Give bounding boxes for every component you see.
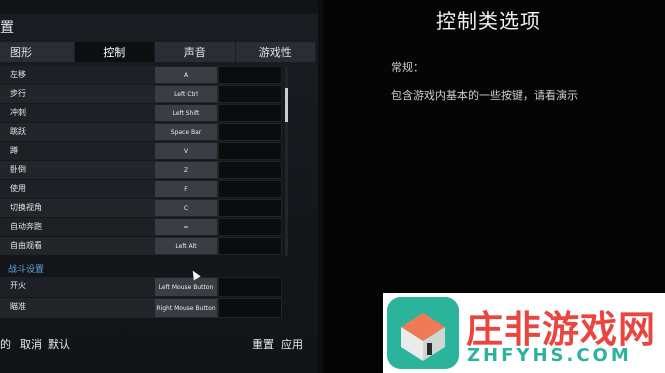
keybind-label: 卧倒 (10, 165, 26, 174)
keybind-row-auto-run[interactable]: 自动奔跑 = (0, 218, 282, 236)
keybind-primary-button[interactable]: V (155, 143, 217, 159)
tab-audio[interactable]: 声音 (155, 42, 236, 62)
keybind-row-fire[interactable]: 开火 Left Mouse Button (0, 277, 282, 297)
keybind-primary-button[interactable]: = (155, 219, 217, 235)
watermark: 庄非游戏网 ZHFYHS.COM (383, 293, 665, 373)
keybind-secondary-button[interactable] (219, 219, 281, 235)
keybind-row-sprint[interactable]: 冲刺 Left Shift (0, 104, 282, 122)
bottom-action-bar: 的 取消 默认 重置 应用 (0, 328, 318, 358)
keybind-label: 步行 (10, 89, 26, 98)
keybind-label: 自动奔跑 (10, 222, 42, 231)
tab-controls[interactable]: 控制 (74, 42, 156, 62)
panel-divider (318, 0, 323, 373)
tab-gameplay[interactable]: 游戏性 (236, 42, 316, 62)
bottom-fragment-text: 的 (0, 338, 11, 351)
keybind-label: 冲刺 (10, 108, 26, 117)
settings-title: 置 (0, 20, 14, 36)
reset-button[interactable]: 重置 (252, 336, 274, 352)
settings-panel: 置 图形 控制 声音 游戏性 左移 A 步行 Left Ctrl 冲刺 Left… (0, 0, 323, 373)
top-strip (0, 0, 318, 14)
keybind-label: 跳跃 (10, 127, 26, 136)
keybind-label: 蹲 (10, 146, 18, 155)
keybind-secondary-button[interactable] (219, 238, 281, 254)
keybind-row-jump[interactable]: 跳跃 Space Bar (0, 123, 282, 141)
cancel-button[interactable]: 取消 (20, 336, 42, 352)
keybind-row-use[interactable]: 使用 F (0, 180, 282, 198)
keybind-primary-button[interactable]: Left Shift (155, 105, 217, 121)
keybind-row-toggle-view[interactable]: 切换视角 C (0, 199, 282, 217)
keybind-secondary-button[interactable] (219, 105, 281, 121)
keybind-row-crouch[interactable]: 蹲 V (0, 142, 282, 160)
keybind-secondary-button[interactable] (219, 181, 281, 197)
info-title: 控制类选项 (436, 9, 541, 33)
keybind-row-free-look[interactable]: 自由观看 Left Alt (0, 237, 282, 255)
info-description: 包含游戏内基本的一些按键，请看演示 (391, 89, 578, 102)
keybind-label: 开火 (10, 281, 26, 290)
keybind-row-prone[interactable]: 卧倒 Z (0, 161, 282, 179)
keybind-row-walk[interactable]: 步行 Left Ctrl (0, 85, 282, 103)
default-button[interactable]: 默认 (48, 336, 70, 352)
keybind-secondary-button[interactable] (219, 67, 281, 83)
watermark-logo-icon (387, 297, 459, 369)
combat-settings-heading: 战斗设置 (8, 265, 45, 275)
scrollbar-thumb[interactable] (285, 88, 288, 122)
keybind-primary-button[interactable]: A (155, 67, 217, 83)
keybind-label: 瞄准 (10, 302, 26, 311)
keybind-label: 切换视角 (10, 203, 42, 212)
settings-tabs: 图形 控制 声音 游戏性 (0, 42, 316, 62)
keybind-primary-button[interactable]: Z (155, 162, 217, 178)
keybind-primary-button[interactable]: C (155, 200, 217, 216)
keybind-secondary-button[interactable] (219, 143, 281, 159)
keybind-label: 左移 (10, 70, 26, 79)
tab-graphics[interactable]: 图形 (0, 42, 75, 62)
keybind-secondary-button[interactable] (219, 299, 281, 317)
keybind-primary-button[interactable]: Left Ctrl (155, 86, 217, 102)
watermark-site-url: ZHFYHS.COM (467, 345, 632, 366)
keybind-secondary-button[interactable] (219, 86, 281, 102)
apply-button[interactable]: 应用 (281, 336, 303, 352)
keybind-primary-button[interactable]: Right Mouse Button (155, 299, 217, 317)
keybind-secondary-button[interactable] (219, 278, 281, 296)
keybind-primary-button[interactable]: Space Bar (155, 124, 217, 140)
keybind-secondary-button[interactable] (219, 162, 281, 178)
keybind-row-aim[interactable]: 瞄准 Right Mouse Button (0, 298, 282, 318)
keybind-row-move-left[interactable]: 左移 A (0, 66, 282, 84)
keybind-label: 使用 (10, 184, 26, 193)
keybind-primary-button[interactable]: F (155, 181, 217, 197)
keybind-primary-button[interactable]: Left Mouse Button (155, 278, 217, 296)
keybind-secondary-button[interactable] (219, 124, 281, 140)
keybind-primary-button[interactable]: Left Alt (155, 238, 217, 254)
info-subtitle: 常规： (391, 61, 424, 74)
keybind-secondary-button[interactable] (219, 200, 281, 216)
keybind-label: 自由观看 (10, 241, 42, 250)
